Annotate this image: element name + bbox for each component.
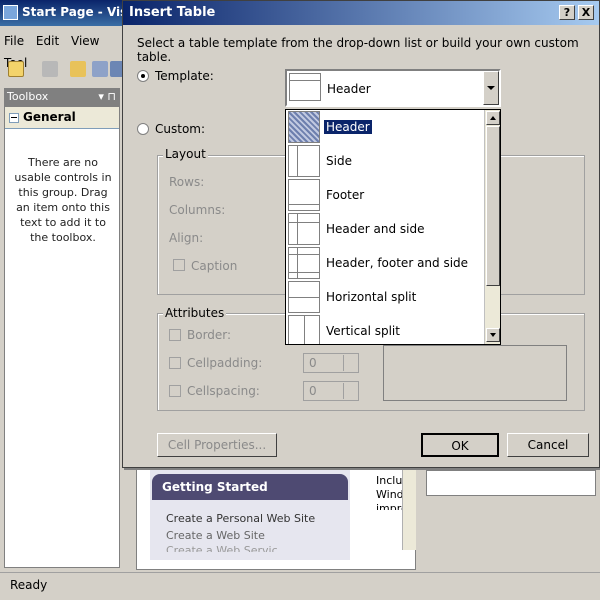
option-label: Horizontal split	[326, 290, 417, 304]
template-option-header[interactable]: Header	[286, 110, 484, 144]
caption-checkbox[interactable]	[173, 259, 185, 271]
custom-label: Custom:	[155, 122, 206, 136]
template-option-horizontal-split[interactable]: Horizontal split	[286, 280, 484, 314]
add-item-icon[interactable]	[42, 61, 58, 77]
footer-template-icon	[288, 179, 320, 211]
header-footer-side-template-icon	[288, 247, 320, 279]
horizontal-split-template-icon	[288, 281, 320, 313]
cellpadding-spinner[interactable]: 0	[303, 353, 359, 373]
spinner-arrows-icon[interactable]	[343, 355, 357, 371]
option-label: Header and side	[326, 222, 425, 236]
border-preview-box	[383, 345, 567, 401]
link-web-site[interactable]: Create a Web Site	[166, 529, 265, 542]
template-option-header-and-side[interactable]: Header and side	[286, 212, 484, 246]
custom-radio[interactable]	[137, 123, 149, 135]
spinner-arrows-icon[interactable]	[343, 383, 357, 399]
template-option-footer[interactable]: Footer	[286, 178, 484, 212]
getting-started-title: Getting Started	[152, 474, 348, 500]
cellspacing-value: 0	[309, 384, 317, 398]
header-template-icon	[288, 111, 320, 143]
template-option-vertical-split[interactable]: Vertical split	[286, 314, 484, 344]
link-web-service[interactable]: Create a Web Servic	[166, 544, 278, 552]
collapse-icon[interactable]	[9, 113, 19, 123]
menu-bar: File Edit View Tool	[0, 30, 130, 70]
header-and-side-template-icon	[288, 213, 320, 245]
toolbox-pin-icon[interactable]: ▾ ⊓	[98, 90, 116, 103]
option-label: Header	[324, 120, 372, 134]
cancel-button[interactable]: Cancel	[507, 433, 589, 457]
caption-label: Caption	[191, 259, 238, 273]
vertical-split-template-icon	[288, 315, 320, 344]
template-radio[interactable]	[137, 70, 149, 82]
template-option-side[interactable]: Side	[286, 144, 484, 178]
toolbox-header: Toolbox ▾ ⊓	[4, 88, 120, 106]
cellpadding-checkbox[interactable]	[169, 357, 181, 369]
status-bar: Ready	[0, 572, 600, 598]
scroll-down-icon[interactable]	[486, 328, 500, 342]
cellspacing-label: Cellspacing:	[187, 384, 260, 398]
insert-table-dialog: Insert Table ? X Select a table template…	[122, 0, 600, 468]
template-selected-value: Header	[327, 82, 371, 96]
template-label: Template:	[155, 69, 214, 83]
template-option-header-footer-side[interactable]: Header, footer and side	[286, 246, 484, 280]
align-label: Align:	[169, 231, 204, 245]
ok-button[interactable]: OK	[421, 433, 499, 457]
columns-label: Columns:	[169, 203, 226, 217]
status-text: Ready	[10, 578, 48, 592]
dialog-title-bar: Insert Table ? X	[123, 1, 599, 25]
cellspacing-checkbox[interactable]	[169, 385, 181, 397]
cellspacing-spinner[interactable]: 0	[303, 381, 359, 401]
save-icon[interactable]	[92, 61, 108, 77]
side-template-icon	[288, 145, 320, 177]
dropdown-arrow-icon[interactable]	[483, 71, 499, 105]
app-icon	[3, 5, 18, 20]
toolbox-group-label: General	[23, 110, 76, 124]
open-folder-icon[interactable]	[70, 61, 86, 77]
dropdown-scrollbar[interactable]	[484, 110, 500, 344]
option-label: Vertical split	[326, 324, 400, 338]
menu-view[interactable]: View	[67, 30, 103, 52]
dialog-title: Insert Table	[129, 5, 216, 20]
toolbox-title: Toolbox	[7, 90, 49, 103]
option-label: Side	[326, 154, 352, 168]
template-combobox[interactable]: Header	[285, 69, 501, 107]
cell-properties-button[interactable]: Cell Properties...	[157, 433, 277, 457]
new-project-icon[interactable]	[8, 61, 24, 77]
toolbox-group-general[interactable]: General	[5, 107, 119, 129]
standard-toolbar	[0, 56, 126, 84]
cellpadding-label: Cellpadding:	[187, 356, 263, 370]
scroll-thumb[interactable]	[486, 126, 500, 286]
toolbox-panel: General There are no usable controls in …	[4, 106, 120, 568]
template-dropdown-list: Header Side Footer Header and side Heade…	[285, 109, 501, 345]
scroll-up-icon[interactable]	[486, 111, 500, 125]
attributes-legend: Attributes	[163, 306, 227, 320]
help-button[interactable]: ?	[559, 5, 575, 20]
side-panel	[426, 470, 596, 496]
border-checkbox[interactable]	[169, 329, 181, 341]
layout-legend: Layout	[163, 147, 208, 161]
option-label: Footer	[326, 188, 365, 202]
start-page-scrollbar[interactable]	[402, 470, 416, 550]
option-label: Header, footer and side	[326, 256, 469, 270]
menu-edit[interactable]: Edit	[32, 30, 63, 52]
border-label: Border:	[187, 328, 232, 342]
header-template-thumbnail-icon	[289, 73, 321, 101]
rows-label: Rows:	[169, 175, 205, 189]
close-button[interactable]: X	[578, 5, 594, 20]
menu-file[interactable]: File	[0, 30, 28, 52]
toolbox-empty-message: There are no usable controls in this gro…	[14, 156, 112, 244]
dialog-instructions: Select a table template from the drop-do…	[137, 36, 579, 64]
cellpadding-value: 0	[309, 356, 317, 370]
link-personal-web-site[interactable]: Create a Personal Web Site	[166, 512, 315, 525]
